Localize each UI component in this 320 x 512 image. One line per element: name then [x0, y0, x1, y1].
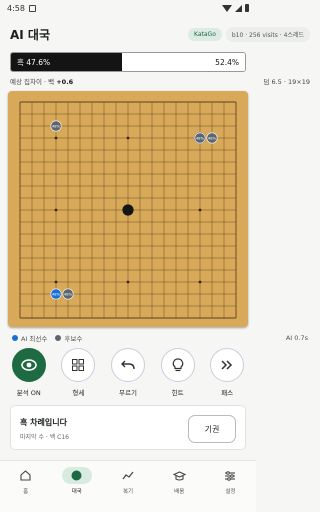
engine-chip[interactable]: KataGo — [188, 28, 222, 41]
header: AI 대국 KataGo b10 · 256 visits · 4스레드 — [10, 24, 310, 44]
score-value: +0.6 — [56, 78, 74, 86]
score-estimate: 예상 집차이 · 백 +0.6 — [10, 76, 73, 86]
star-point — [198, 280, 202, 284]
nav-play-label: 대국 — [71, 489, 82, 495]
white-winrate: 52.4% — [122, 53, 245, 71]
bottom-nav: 홈 대국 복기 배움 설정 — [0, 460, 256, 512]
hint-button[interactable]: 힌트 — [153, 348, 203, 397]
page-title: AI 대국 — [10, 27, 51, 42]
engine-info-chip: b10 · 256 visits · 4스레드 — [225, 27, 310, 42]
nav-home-label: 홈 — [23, 489, 29, 495]
candidate-dot-icon — [55, 335, 62, 341]
undo-label: 무르기 — [119, 389, 137, 397]
winrate-bar: 흑 47.6% 52.4% — [10, 52, 246, 72]
nav-settings-label: 설정 — [225, 489, 236, 495]
territory-button[interactable]: 형세 — [54, 348, 104, 397]
pass-icon — [221, 360, 233, 370]
candidate-winrate-label: 48% — [208, 136, 217, 140]
battery-icon — [245, 4, 249, 12]
black-winrate: 흑 47.6% — [11, 53, 123, 71]
hint-label: 힌트 — [171, 389, 184, 397]
resign-button[interactable]: 기권 — [188, 415, 236, 443]
candidate-winrate-label: 48% — [52, 292, 61, 296]
signal-icon — [235, 4, 242, 12]
toolbar: 분석 ON 형세 무르기 힌트 패스 — [4, 348, 252, 397]
star-point — [198, 208, 202, 212]
grid-icon — [72, 359, 85, 371]
nav-home[interactable]: 홈 — [0, 461, 51, 512]
nav-learn-label: 배움 — [174, 489, 185, 495]
candidate-winrate-label: 48% — [52, 124, 61, 128]
nav-play[interactable]: 대국 — [51, 461, 102, 512]
pass-label: 패스 — [221, 389, 234, 397]
chart-icon — [122, 471, 134, 479]
legend-candidate: 후보수 — [64, 335, 83, 343]
territory-label: 형세 — [72, 389, 85, 397]
star-point — [126, 136, 130, 140]
legend: AI 최선수 후보수 AI 0.7s — [12, 333, 308, 343]
home-icon — [20, 470, 31, 481]
black-stone — [122, 204, 134, 216]
nav-settings[interactable]: 설정 — [205, 461, 256, 512]
game-rules: 덤 6.5 · 19×19 — [263, 78, 310, 86]
board-svg[interactable]: 48% 48%48% 48%48% — [8, 91, 248, 327]
score-label: 예상 집차이 · 백 — [10, 78, 55, 86]
undo-button[interactable]: 무르기 — [103, 348, 153, 397]
learn-icon — [172, 470, 186, 481]
clock: 4:58 — [7, 3, 25, 13]
best-move-dot-icon — [12, 335, 18, 341]
notification-icon — [28, 4, 36, 12]
analysis-button[interactable]: 분석 ON — [4, 348, 54, 397]
bulb-icon — [172, 358, 183, 372]
pass-button[interactable]: 패스 — [202, 348, 252, 397]
star-point — [54, 280, 58, 284]
wifi-icon — [222, 4, 232, 12]
analysis-time: AI 0.7s — [285, 334, 308, 342]
analysis-label: 분석 ON — [16, 389, 41, 397]
turn-card: 흑 차례입니다 마지막 수 · 백 C16 기권 — [10, 405, 246, 450]
star-point — [54, 208, 58, 212]
turn-title: 흑 차례입니다 — [20, 418, 67, 427]
status-bar: 4:58 — [0, 0, 256, 16]
nav-learn[interactable]: 배움 — [154, 461, 205, 512]
go-board[interactable]: 48% 48% 48% 48% 48% — [8, 91, 248, 327]
nav-review-label: 복기 — [122, 489, 134, 495]
score-row: 예상 집차이 · 백 +0.6 덤 6.5 · 19×19 — [10, 76, 310, 86]
candidate-winrate-label: 48% — [196, 136, 205, 140]
legend-best: AI 최선수 — [21, 335, 48, 343]
play-icon — [71, 470, 82, 481]
star-point — [126, 280, 130, 284]
nav-review[interactable]: 복기 — [102, 461, 153, 512]
eye-icon — [20, 359, 37, 371]
last-move: 마지막 수 · 백 C16 — [20, 434, 69, 441]
settings-icon — [225, 470, 236, 481]
star-point — [54, 136, 58, 140]
candidate-winrate-label: 48% — [64, 292, 73, 296]
undo-icon — [120, 360, 135, 370]
